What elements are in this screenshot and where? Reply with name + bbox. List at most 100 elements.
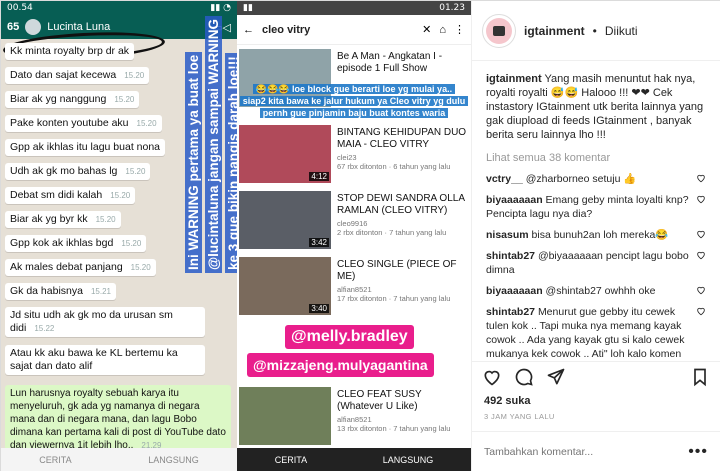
yt-video-meta: alfian8521 13 rbx ditonton · 7 tahun yan… [337,415,451,433]
yt-status-icons: ▮▮ [243,3,253,13]
post-image[interactable]: 00.54 ▮▮ ◔ 65 Lucinta Luna ▭◁ Kk minta r… [1,1,471,471]
follow-status-button[interactable]: Diikuti [605,24,638,38]
yt-video-thumbnail: 4:12 [239,125,331,183]
yt-video-info: CLEO SINGLE (PIECE OF ME) alfian8521 17 … [337,259,467,303]
separator-dot: • [592,23,597,38]
heart-icon[interactable] [696,306,706,316]
chat-bubble: Dato dan sajat kecewa 15.20 [5,67,150,84]
chat-bubble: Gpp ak ikhlas itu lagu buat nona [5,139,166,156]
comment-text: bisa bunuh2an loh mereka😂 [531,229,669,241]
yt-video-row: 4:12 BINTANG KEHIDUPAN DUO MAIA - CLEO V… [237,123,471,189]
post-side-panel: igtainment • Diikuti igtainment Yang mas… [471,1,720,471]
comment-username[interactable]: shintab27 [486,306,535,318]
chat-reply-bubble: Lun harusnya royalty sebuah karya itu me… [5,385,231,454]
yt-video-thumbnail [239,387,331,445]
chat-bubble: Jd situ udh ak gk mo da urusan sm didi 15… [5,307,205,337]
story-tab-langsung: LANGSUNG [148,455,199,465]
warning-overlay-text: Ini WARNING pertama ya buat loe @lucinta… [151,16,237,281]
yt-video-thumbnail: 3:40 [239,257,331,315]
yt-video-meta: alfian8521 17 rbx ditonton · 7 tahun yan… [337,285,451,303]
instagram-post-view: 00.54 ▮▮ ◔ 65 Lucinta Luna ▭◁ Kk minta r… [0,0,720,471]
wa-contact-avatar [25,19,42,35]
wa-status-icons: ▮▮ ◔ [210,3,231,13]
yt-video-title: BINTANG KEHIDUPAN DUO MAIA - CLEO VITRY [337,127,467,150]
add-comment-bar: ••• [472,431,720,471]
clear-icon: ✕ [422,24,432,36]
back-arrow-icon: ← [243,23,254,36]
yt-video-info: STOP DEWI SANDRA OLLA RAMLAN (CLEO VITRY… [337,193,467,237]
chat-bubble: Pake konten youtube aku 15.20 [5,115,162,132]
overlay-line: pernh gue pinjamin baju buat kontes wari… [259,108,449,118]
story-overlay-caption: 😂😂😂 loe block gue berarti loe yg mulai y… [237,83,471,121]
warning-line: Ini WARNING pertama ya buat loe [185,51,202,273]
chat-bubble: Debat sm didi kalah 15.20 [5,187,136,204]
yt-video-meta: cleo9916 2 rbx ditonton · 7 tahun yang l… [337,219,447,237]
yt-video-meta: clei23 67 rbx ditonton · 6 tahun yang la… [337,153,451,171]
comment-username[interactable]: biyaaaaaan [486,285,543,297]
story-tab-langsung: LANGSUNG [382,455,434,465]
wa-unread-count: 65 [7,21,20,33]
yt-video-info: BINTANG KEHIDUPAN DUO MAIA - CLEO VITRY … [337,127,467,171]
heart-icon[interactable] [696,285,706,295]
yt-video-duration: 4:12 [309,172,329,181]
post-header: igtainment • Diikuti [472,1,720,61]
share-icon[interactable] [546,367,566,387]
post-caption: igtainment Yang masih menuntut hak nya, … [486,72,706,142]
comment-text: @shintab27 owhhh oke [545,285,656,297]
warning-line: @lucintaluna jangan sampai WARNING [205,16,222,273]
comment-item: nisasum bisa bunuh2an loh mereka😂 [486,228,706,242]
story-bottom-bar: CERITA LANGSUNG [237,448,471,471]
story-tab-cerita: CERITA [39,455,72,465]
chat-bubble: Udh ak gk mo bahas lg 15.20 [5,163,151,180]
comment-icon[interactable] [514,367,534,387]
comment-username[interactable]: nisasum [486,229,529,241]
like-heart-icon[interactable] [482,367,502,387]
comment-item: biyaaaaaan @shintab27 owhhh oke [486,284,706,298]
more-vert-icon: ⋮ [454,24,465,36]
youtube-screenshot: ▮▮ 01.23 ← cleo vitry ✕ ⌂ ⋮ Be A Man - A… [237,1,471,471]
comment-username[interactable]: biyaaaaaan [486,194,543,206]
yt-search-bar: ← cleo vitry ✕ ⌂ ⋮ [237,15,471,45]
wa-status-bar: 00.54 ▮▮ ◔ [1,1,237,15]
warning-line: ke 3 gue bikin nangis darah loe!!! [225,53,237,273]
comments-list: igtainment Yang masih menuntut hak nya, … [472,62,720,360]
heart-icon[interactable] [696,194,706,204]
heart-icon[interactable] [696,173,706,183]
cast-icon: ⌂ [439,23,446,36]
comment-text: @zharborneo setuju 👍 [525,173,637,185]
heart-icon[interactable] [696,250,706,260]
overlay-line: 😂😂😂 loe block gue berarti loe yg mulai y… [252,84,456,94]
yt-status-bar: ▮▮ 01.23 [237,1,471,15]
comment-item: shintab27 Menurut gue gebby itu cewek tu… [486,305,706,360]
yt-video-title: Be A Man - Angkatan I - episode 1 Full S… [337,51,443,74]
yt-video-row: 3:40 CLEO SINGLE (PIECE OF ME) alfian852… [237,255,471,321]
comment-item: shintab27 @biyaaaaaan pencipt lagu bobo … [486,249,706,277]
likes-count[interactable]: 492 suka [484,395,530,407]
whatsapp-screenshot: 00.54 ▮▮ ◔ 65 Lucinta Luna ▭◁ Kk minta r… [1,1,237,471]
post-actions-bar [472,361,720,391]
view-all-comments-link[interactable]: Lihat semua 38 komentar [486,152,706,164]
post-author-username[interactable]: igtainment [524,24,585,38]
caption-username[interactable]: igtainment [486,73,542,85]
yt-video-duration: 3:40 [309,304,329,313]
heart-icon[interactable] [696,229,706,239]
avatar[interactable] [482,13,516,48]
story-tab-cerita: CERITA [274,455,308,465]
chat-bubble: Gk da habisnya 15.21 [5,283,116,300]
overlay-line: siap2 kita bawa ke jalur hukum ya Cleo v… [239,96,469,106]
yt-video-info: Be A Man - Angkatan I - episode 1 Full S… [337,51,467,75]
yt-video-row: 3:42 STOP DEWI SANDRA OLLA RAMLAN (CLEO … [237,189,471,255]
yt-video-title: STOP DEWI SANDRA OLLA RAMLAN (CLEO VITRY… [337,193,465,216]
more-options-icon[interactable]: ••• [688,443,708,461]
yt-video-row: CLEO FEAT SUSY (Whatever U Like) alfian8… [237,385,471,451]
wa-contact-name: Lucinta Luna [47,21,111,33]
yt-video-title: CLEO SINGLE (PIECE OF ME) [337,259,457,282]
comment-username[interactable]: vctry__ [486,173,523,185]
add-comment-input[interactable] [484,445,689,458]
bookmark-icon[interactable] [690,367,710,387]
yt-video-title: CLEO FEAT SUSY (Whatever U Like) [337,389,422,412]
chat-bubble: Gpp kok ak ikhlas bgd 15.20 [5,235,147,252]
chat-bubble: Biar ak yg nanggung 15.20 [5,91,140,108]
wa-status-time: 00.54 [7,3,33,13]
comment-username[interactable]: shintab27 [486,250,535,262]
